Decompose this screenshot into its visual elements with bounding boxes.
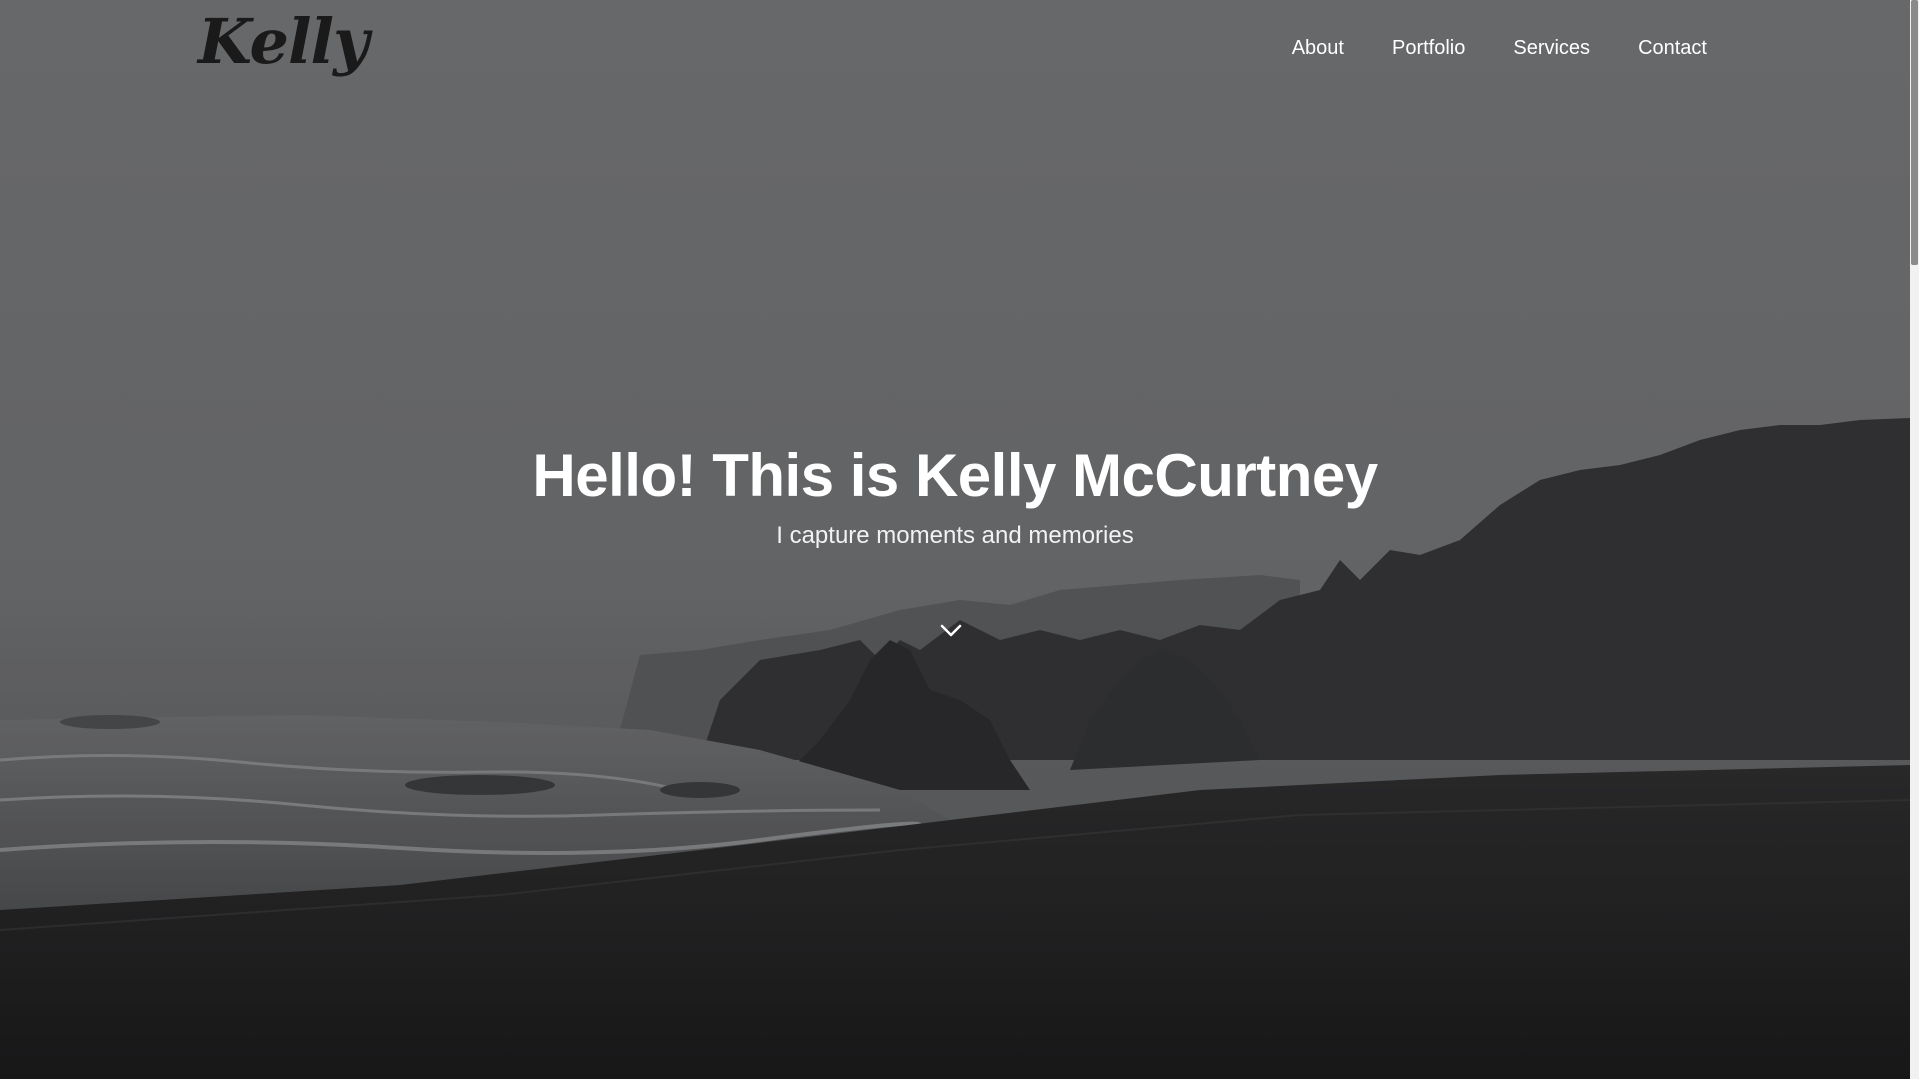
site-logo[interactable]: Kelly [198,2,369,82]
scrollbar-thumb[interactable] [1911,0,1918,265]
page-viewport: Kelly About Portfolio Services Contact H… [0,0,1910,1079]
hero-subtitle: I capture moments and memories [776,522,1134,549]
top-navbar: Kelly About Portfolio Services Contact [0,0,1910,100]
nav-link-services[interactable]: Services [1513,34,1590,62]
nav-link-about[interactable]: About [1292,34,1344,62]
hero-title: Hello! This is Kelly McCurtney [532,442,1378,509]
nav-menu: About Portfolio Services Contact [1292,34,1707,62]
nav-link-portfolio[interactable]: Portfolio [1392,34,1465,62]
chevron-down-icon[interactable] [939,621,963,641]
hero-text-block: Hello! This is Kelly McCurtney I capture… [0,436,1910,552]
nav-link-contact[interactable]: Contact [1638,34,1707,62]
page-scrollbar[interactable] [1910,0,1919,1079]
hero-section: Kelly About Portfolio Services Contact H… [0,0,1910,1079]
